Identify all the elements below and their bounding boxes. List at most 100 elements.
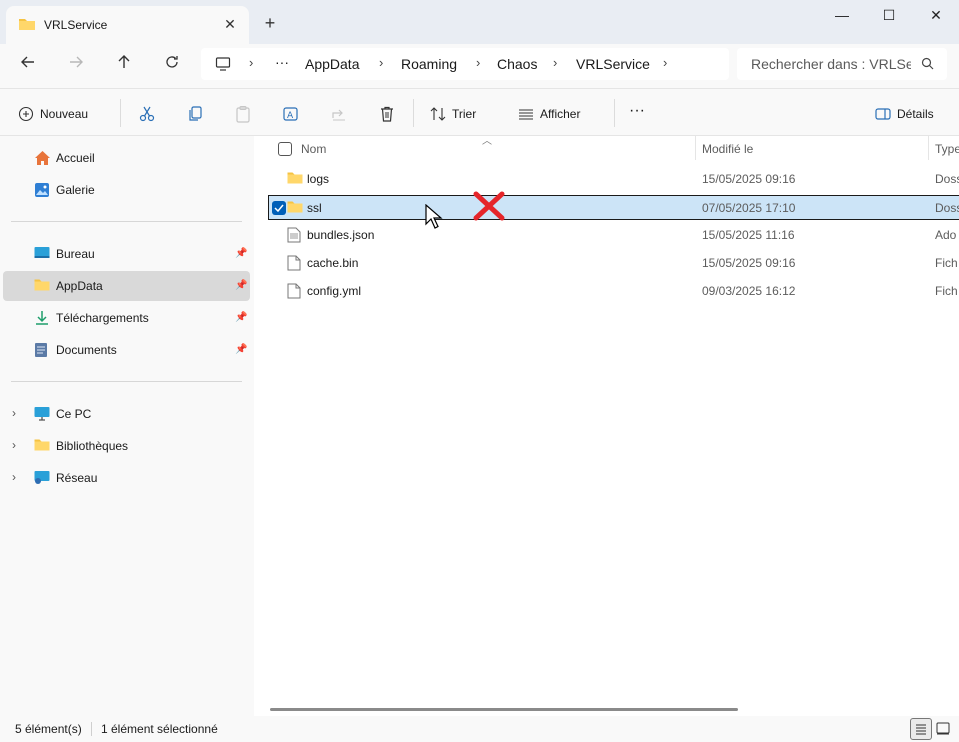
close-window-button[interactable]: ✕: [913, 0, 959, 32]
back-button[interactable]: [13, 52, 43, 80]
chevron-right-icon[interactable]: ›: [12, 406, 16, 420]
column-type[interactable]: Type: [935, 142, 959, 156]
details-label: Détails: [897, 106, 934, 121]
file-row-config-yml[interactable]: config.yml 09/03/2025 16:12 Fich: [269, 279, 959, 303]
share-button[interactable]: [330, 101, 348, 125]
close-tab-button[interactable]: ✕: [220, 14, 240, 34]
copy-button[interactable]: [186, 101, 204, 125]
row-checkbox[interactable]: [272, 201, 286, 215]
pin-icon[interactable]: 📌: [235, 312, 247, 323]
new-tab-button[interactable]: +: [260, 14, 280, 34]
sort-button[interactable]: Trier: [430, 101, 476, 125]
column-divider[interactable]: [695, 136, 696, 160]
file-type: Doss: [935, 201, 959, 215]
file-type: Doss: [935, 172, 959, 186]
details-view-button[interactable]: [910, 718, 932, 740]
file-row-bundles-json[interactable]: bundles.json 15/05/2025 11:16 Ado: [269, 223, 959, 247]
pin-icon[interactable]: 📌: [235, 248, 247, 259]
chevron-right-icon[interactable]: ›: [663, 55, 667, 70]
divider: [120, 99, 121, 127]
file-icon: [287, 283, 301, 302]
pin-icon[interactable]: 📌: [235, 280, 247, 291]
sidebar-item-ce-pc[interactable]: › Ce PC: [3, 399, 250, 429]
details-pane-icon: [875, 108, 891, 120]
file-name: ssl: [307, 201, 322, 215]
sidebar-item-documents[interactable]: Documents 📌: [3, 335, 250, 365]
chevron-right-icon[interactable]: ›: [553, 55, 557, 70]
file-row-cache-bin[interactable]: cache.bin 15/05/2025 09:16 Fich: [269, 251, 959, 275]
sort-icon: [430, 107, 446, 121]
folder-icon: [287, 200, 303, 217]
column-modified[interactable]: Modifié le: [702, 142, 753, 156]
chevron-right-icon[interactable]: ›: [12, 438, 16, 452]
sidebar-item-label: Téléchargements: [56, 311, 149, 325]
chevron-right-icon[interactable]: ›: [476, 55, 480, 70]
arrow-left-icon: [21, 56, 34, 68]
search-input[interactable]: Rechercher dans : VRLSe: [751, 56, 911, 72]
file-type: Ado: [935, 228, 957, 242]
file-type: Fich: [935, 256, 958, 270]
minimize-button[interactable]: —: [819, 0, 865, 32]
forward-button[interactable]: [61, 52, 91, 80]
more-button[interactable]: ···: [629, 99, 645, 123]
plus-circle-icon: [18, 106, 34, 121]
breadcrumb-chaos[interactable]: Chaos: [497, 56, 537, 72]
select-all-checkbox[interactable]: [278, 142, 292, 156]
up-button[interactable]: [109, 52, 139, 80]
breadcrumb-roaming[interactable]: Roaming: [401, 56, 457, 72]
sidebar-item-label: Documents: [56, 343, 117, 357]
sidebar-item-label: AppData: [56, 279, 103, 293]
json-file-icon: [287, 227, 301, 246]
paste-button[interactable]: [234, 101, 252, 125]
file-name: config.yml: [307, 284, 362, 298]
horizontal-scrollbar[interactable]: [270, 708, 738, 711]
library-icon: [34, 438, 50, 455]
tiles-view-button[interactable]: [933, 718, 955, 740]
sidebar-item-accueil[interactable]: Accueil: [3, 143, 250, 173]
file-name: cache.bin: [307, 256, 359, 270]
column-divider[interactable]: [928, 136, 929, 160]
sidebar-item-appdata[interactable]: AppData 📌: [3, 271, 250, 301]
file-row-logs[interactable]: logs 15/05/2025 09:16 Doss: [269, 167, 959, 191]
sidebar-item-bureau[interactable]: Bureau 📌: [3, 239, 250, 269]
tab-vrlservice[interactable]: VRLService ✕: [6, 6, 249, 44]
delete-button[interactable]: [378, 101, 396, 125]
sidebar-item-label: Bibliothèques: [56, 439, 129, 453]
tab-title: VRLService: [44, 18, 108, 32]
file-modified: 15/05/2025 11:16: [702, 228, 795, 242]
pin-icon[interactable]: 📌: [235, 344, 247, 355]
file-row-ssl[interactable]: ssl 07/05/2025 17:10 Doss: [268, 195, 959, 220]
sidebar-item-galerie[interactable]: Galerie: [3, 175, 250, 205]
details-button[interactable]: Détails: [875, 101, 934, 125]
file-list: ︿ Nom Modifié le Type logs 15/05/2025 09…: [254, 136, 959, 716]
maximize-button[interactable]: ☐: [866, 0, 912, 32]
chevron-right-icon[interactable]: ›: [379, 55, 383, 70]
sidebar-item-bibliotheques[interactable]: › Bibliothèques: [3, 431, 250, 461]
address-bar[interactable]: › ··· AppData › Roaming › Chaos › VRLSer…: [201, 48, 729, 80]
checkmark-icon: [274, 204, 284, 213]
column-name[interactable]: Nom: [301, 142, 326, 156]
scissors-icon: [139, 106, 155, 121]
file-modified: 09/03/2025 16:12: [702, 284, 796, 298]
sidebar-item-reseau[interactable]: › Réseau: [3, 463, 250, 493]
network-icon: [34, 470, 50, 488]
breadcrumb-appdata[interactable]: AppData: [305, 56, 359, 72]
share-icon: [332, 109, 345, 121]
new-button[interactable]: Nouveau: [18, 101, 88, 125]
file-icon: [287, 255, 301, 274]
cut-button[interactable]: [138, 101, 156, 125]
trash-icon: [381, 106, 393, 122]
gallery-icon: [34, 182, 50, 201]
rename-button[interactable]: A: [282, 101, 300, 125]
refresh-button[interactable]: [157, 52, 187, 80]
folder-icon: [34, 278, 50, 294]
chevron-right-icon[interactable]: ›: [12, 470, 16, 484]
column-header: ︿ Nom Modifié le Type: [254, 136, 959, 164]
view-button[interactable]: Afficher: [518, 101, 580, 125]
breadcrumb-overflow[interactable]: ···: [275, 54, 289, 70]
sidebar-item-telechargements[interactable]: Téléchargements 📌: [3, 303, 250, 333]
address-row: › ··· AppData › Roaming › Chaos › VRLSer…: [0, 44, 959, 88]
breadcrumb-vrlservice[interactable]: VRLService: [576, 56, 650, 72]
refresh-icon: [166, 56, 178, 68]
search-box[interactable]: Rechercher dans : VRLSe: [737, 48, 947, 80]
